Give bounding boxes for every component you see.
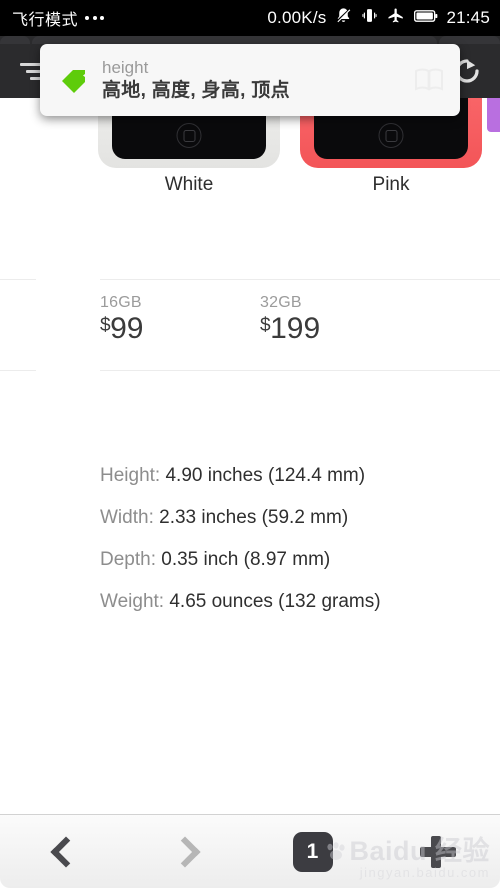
spec-value: 2.33 inches (59.2 mm) <box>159 507 349 528</box>
translation-popup[interactable]: height 高地, 高度, 身高, 顶点 <box>40 44 460 116</box>
status-bar-right: 0.00K/s 21:45 <box>267 7 490 30</box>
spec-row-height: Height: 4.90 inches (124.4 mm) <box>100 465 381 487</box>
spec-label: Width: <box>100 507 154 528</box>
capacity-label: 16GB <box>100 294 142 311</box>
price-value: $199 <box>260 314 320 344</box>
color-label-pink: Pink <box>372 174 410 195</box>
battery-icon <box>414 9 438 28</box>
tab-segment[interactable] <box>0 36 30 44</box>
price-option-16gb: 16GB $99 <box>100 294 143 344</box>
book-icon[interactable] <box>412 67 446 93</box>
spec-value: 4.65 ounces (132 grams) <box>169 591 381 612</box>
status-bar: 飞行模式 0.00K/s 21:45 <box>0 0 500 36</box>
source-word: height <box>102 57 149 77</box>
color-labels: White Pink <box>0 174 500 214</box>
price-row: 16GB $99 32GB $199 <box>0 280 500 370</box>
spec-label: Weight: <box>100 591 165 612</box>
tab-switcher-button[interactable]: 1 <box>250 815 375 889</box>
silent-bell-icon <box>335 7 352 29</box>
spec-row-weight: Weight: 4.65 ounces (132 grams) <box>100 591 381 613</box>
tab-strip <box>0 36 500 44</box>
spec-value: 4.90 inches (124.4 mm) <box>165 465 366 486</box>
web-page-content: White Pink 16GB $99 32GB $199 Height: 4.… <box>0 98 500 814</box>
currency-symbol: $ <box>100 315 111 336</box>
price-amount: 99 <box>110 312 144 345</box>
tab-segment[interactable] <box>439 36 500 44</box>
divider-bottom <box>0 370 500 371</box>
airplane-icon <box>387 7 405 30</box>
specs-list: Height: 4.90 inches (124.4 mm) Width: 2.… <box>100 465 381 633</box>
plus-icon <box>418 832 458 872</box>
currency-symbol: $ <box>260 315 271 336</box>
bottom-navigation-bar: 1 Baidu 经验 jingyan.baidu.com <box>0 814 500 888</box>
spec-label: Depth: <box>100 549 156 570</box>
phone-image-purple-edge <box>487 98 500 132</box>
price-amount: 199 <box>270 312 321 345</box>
status-bar-left: 飞行模式 <box>12 6 105 30</box>
color-label-white: White <box>164 174 214 195</box>
translation-text: height 高地, 高度, 身高, 顶点 <box>92 57 412 104</box>
spec-value: 0.35 inch (8.97 mm) <box>161 549 331 570</box>
new-tab-button[interactable] <box>375 815 500 889</box>
airplane-mode-label: 飞行模式 <box>12 12 79 29</box>
forward-button[interactable] <box>125 815 250 889</box>
network-speed-label: 0.00K/s <box>267 8 327 27</box>
green-tag-icon <box>56 65 92 95</box>
capacity-label: 32GB <box>260 294 302 311</box>
spec-row-depth: Depth: 0.35 inch (8.97 mm) <box>100 549 381 571</box>
tab-count-badge: 1 <box>292 831 333 872</box>
chevron-left-icon <box>49 835 82 868</box>
clock-label: 21:45 <box>446 8 490 27</box>
spec-row-width: Width: 2.33 inches (59.2 mm) <box>100 507 381 529</box>
price-value: $99 <box>100 314 143 344</box>
tab-segment-active[interactable] <box>32 36 437 44</box>
spec-label: Height: <box>100 465 161 486</box>
more-dots-icon <box>85 16 105 20</box>
back-button[interactable] <box>0 815 125 889</box>
translated-word: 高地, 高度, 身高, 顶点 <box>102 79 290 101</box>
vibrate-icon <box>361 7 378 29</box>
chevron-right-icon <box>168 835 201 868</box>
price-option-32gb: 32GB $199 <box>260 294 320 344</box>
